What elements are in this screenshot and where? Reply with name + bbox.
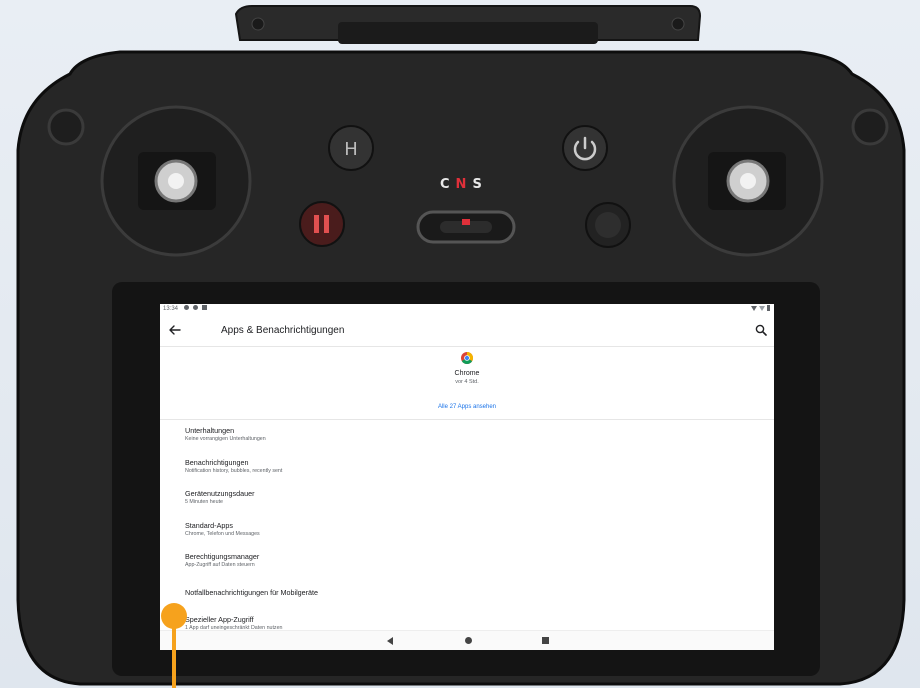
settings-item-title: Notfallbenachrichtigungen für Mobilgerät… — [185, 587, 319, 597]
mode-label-s: S — [472, 177, 488, 192]
settings-item-title: Spezieller App-Zugriff — [185, 615, 254, 624]
nav-home-icon[interactable] — [465, 637, 472, 644]
nav-recents-icon[interactable] — [542, 637, 549, 644]
svg-text:H: H — [344, 139, 358, 160]
battery-icon — [767, 305, 770, 311]
mode-label-n: N — [455, 177, 473, 192]
left-dial[interactable] — [47, 108, 85, 146]
settings-item-subtitle: App-Zugriff auf Daten steuern — [185, 562, 255, 568]
page-title: Apps & Benachrichtigungen — [221, 325, 345, 336]
settings-item-unterhaltungen[interactable]: Unterhaltungen Keine vorrangigen Unterha… — [160, 418, 774, 450]
annotation-marker-dot — [161, 603, 187, 629]
wifi-icon — [751, 305, 757, 311]
status-bar: 13:34 — [160, 304, 774, 316]
shield-icon — [193, 305, 198, 310]
mode-label-c: C — [440, 177, 456, 192]
settings-item-berechtigungsmanager[interactable]: Berechtigungsmanager App-Zugriff auf Dat… — [160, 544, 774, 576]
app-bar: Apps & Benachrichtigungen — [160, 316, 774, 346]
settings-item-title: Benachrichtigungen — [185, 457, 249, 467]
settings-item-benachrichtigungen[interactable]: Benachrichtigungen Notification history,… — [160, 450, 774, 482]
settings-list: Unterhaltungen Keine vorrangigen Unterha… — [160, 418, 774, 639]
settings-item-title: Berechtigungsmanager — [185, 552, 260, 561]
settings-item-title: Gerätenutzungsdauer — [185, 489, 255, 498]
search-icon[interactable] — [754, 323, 768, 337]
settings-item-subtitle: 5 Minuten heute — [185, 499, 223, 505]
navigation-bar — [160, 630, 774, 650]
settings-icon — [184, 305, 189, 310]
settings-item-title: Standard-Apps — [185, 520, 233, 530]
see-all-apps-link[interactable]: Alle 27 Apps ansehen — [160, 404, 774, 410]
settings-item-standard-apps[interactable]: Standard-Apps Chrome, Telefon und Messag… — [160, 513, 774, 545]
settings-item-subtitle: Chrome, Telefon und Messages — [185, 530, 260, 537]
status-time: 13:34 — [163, 306, 179, 312]
recent-app-name: Chrome — [454, 370, 480, 377]
recent-app-time: vor 4 Std. — [455, 379, 479, 385]
pause-button[interactable] — [299, 201, 345, 247]
settings-item-title: Unterhaltungen — [185, 426, 235, 435]
right-dial[interactable] — [851, 108, 889, 146]
signal-icon — [759, 305, 765, 311]
settings-item-subtitle: Keine vorrangigen Unterhaltungen — [185, 436, 266, 442]
antenna-slot — [338, 22, 598, 44]
recent-apps-section: Chrome vor 4 Std. Alle 27 Apps ansehen — [160, 346, 774, 420]
settings-item-notfallbenachrichtigungen[interactable]: Notfallbenachrichtigungen für Mobilgerät… — [160, 576, 774, 608]
settings-item-geraetenutzungsdauer[interactable]: Gerätenutzungsdauer 5 Minuten heute — [160, 481, 774, 513]
sd-card-icon — [202, 305, 207, 310]
settings-item-subtitle: Notification history, bubbles, recently … — [185, 467, 283, 474]
chrome-icon — [461, 352, 473, 364]
back-arrow-icon[interactable] — [168, 323, 182, 337]
annotation-marker-line — [172, 626, 176, 688]
flight-mode-labels: CNS — [440, 177, 488, 192]
nav-back-icon[interactable] — [387, 637, 393, 645]
android-screen: 13:34 Apps & Benachrichtigungen Chrome v… — [160, 304, 774, 650]
